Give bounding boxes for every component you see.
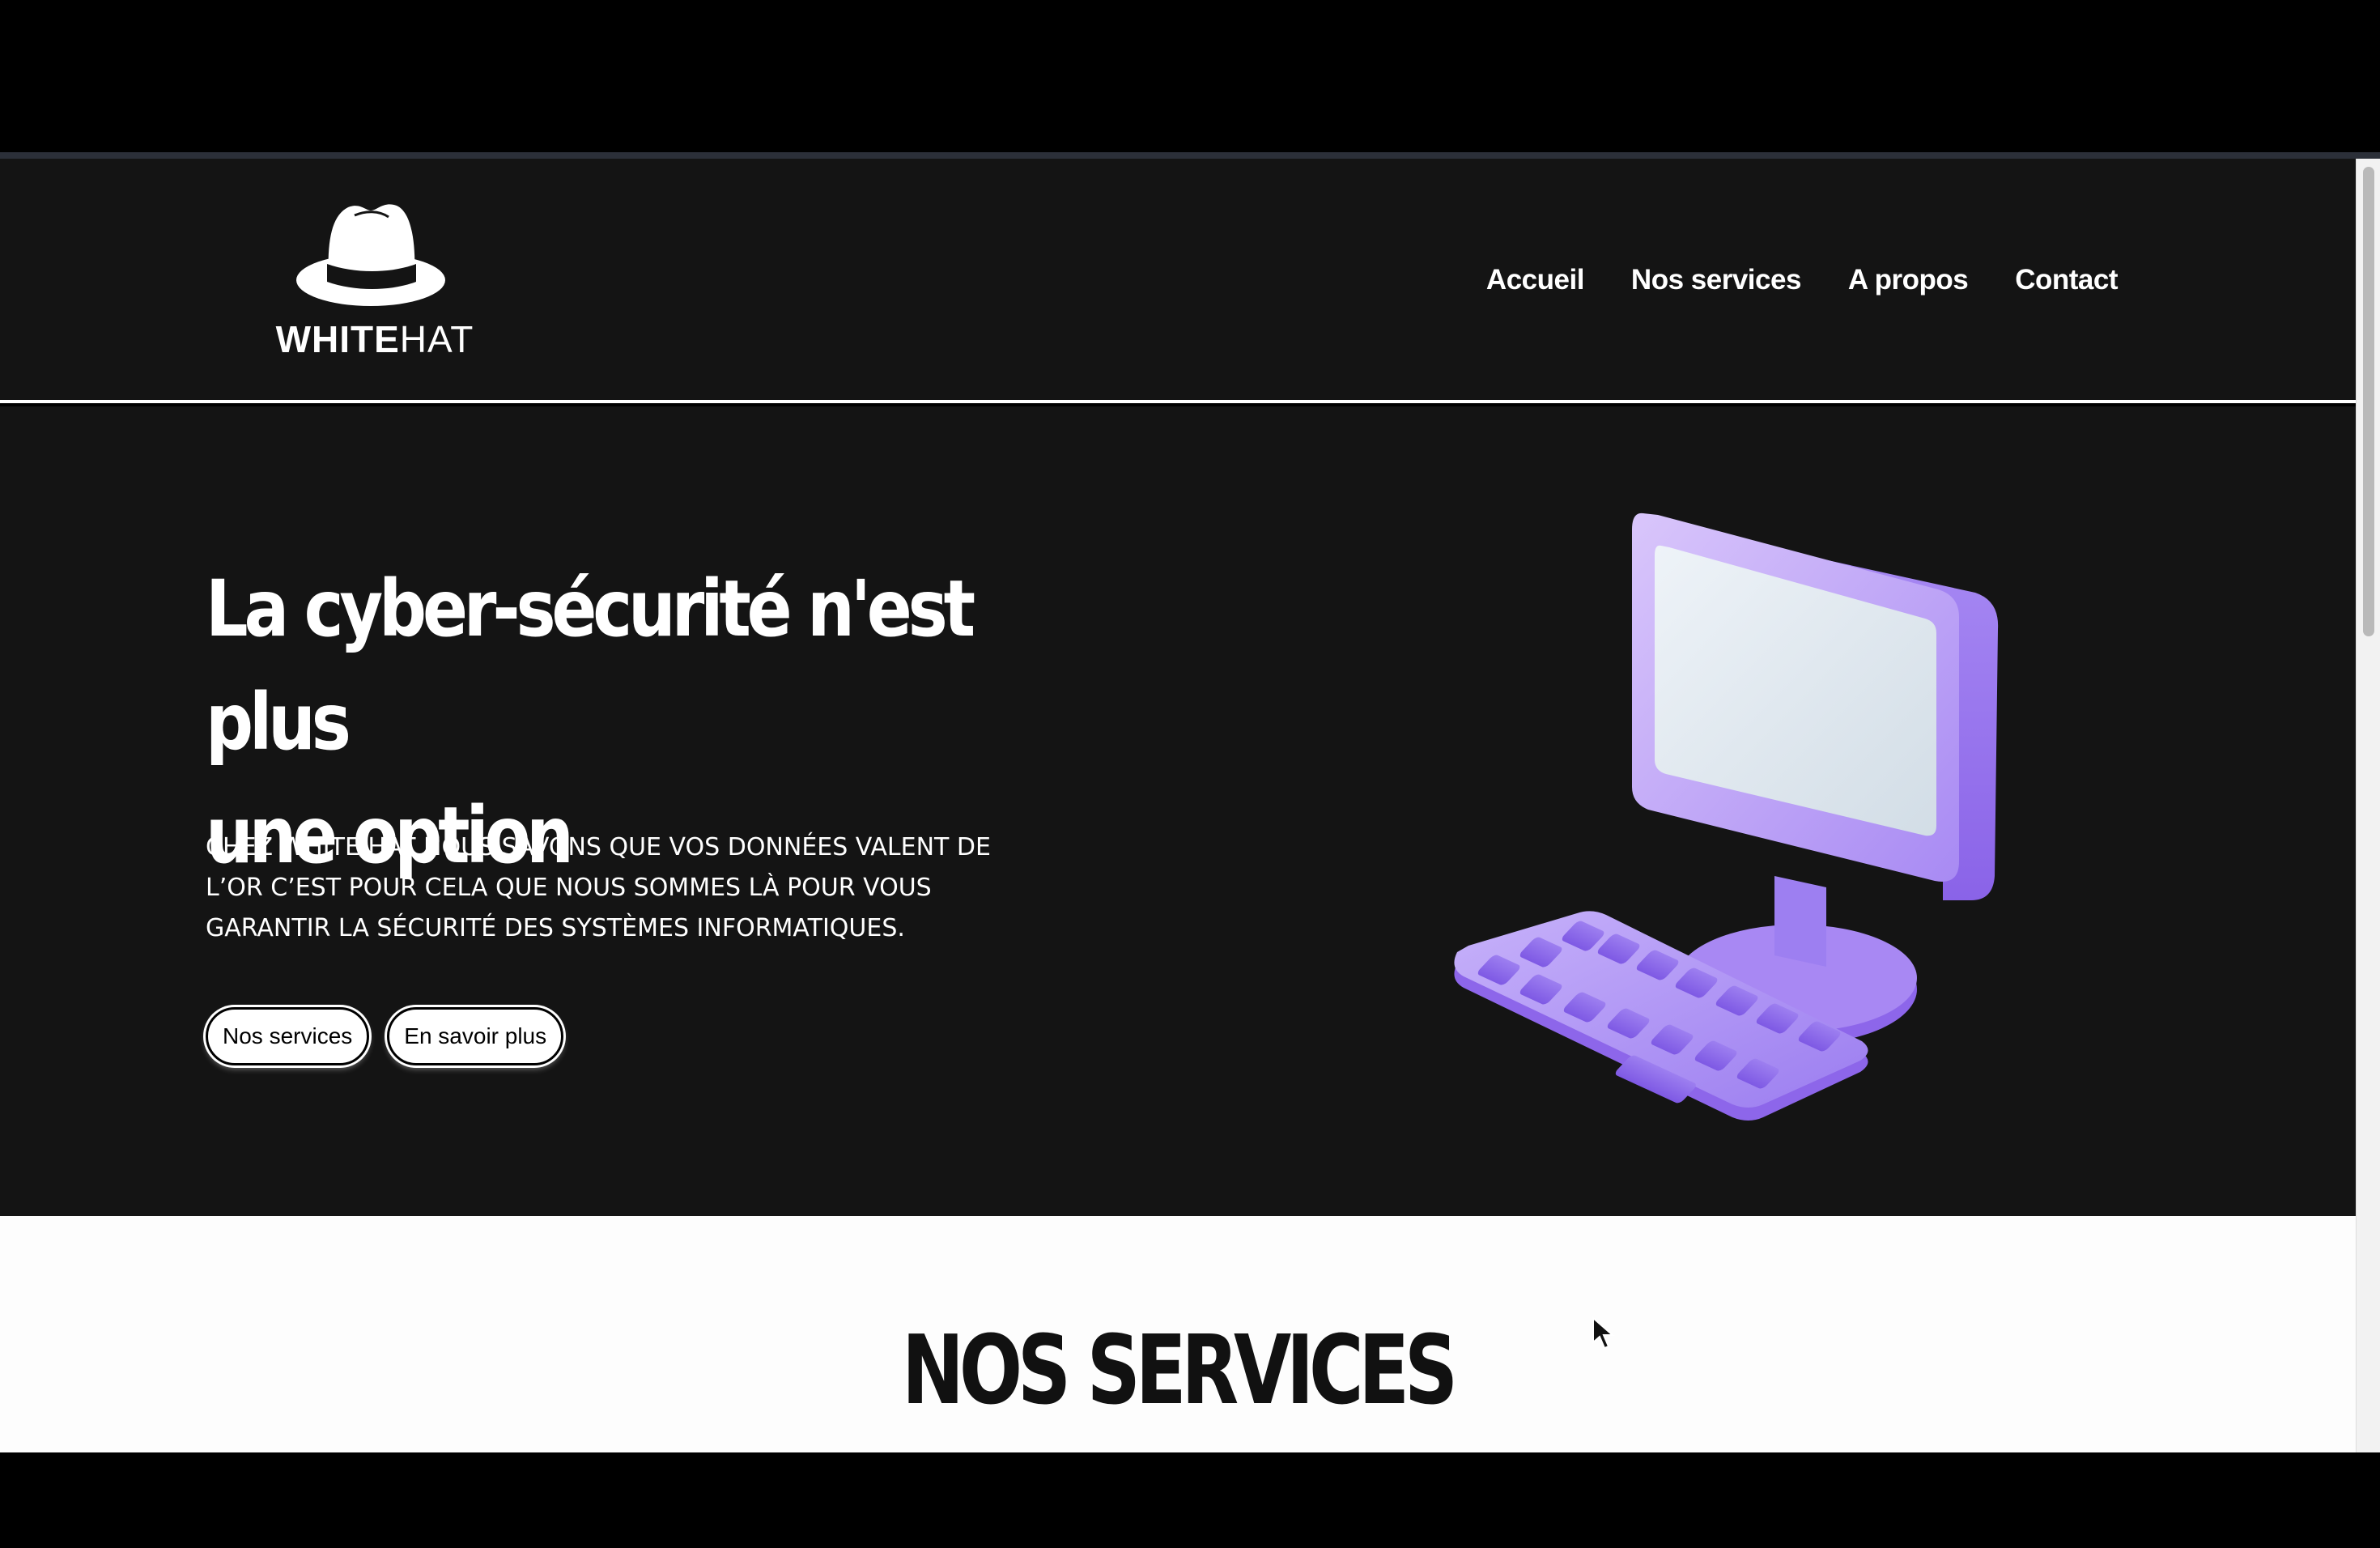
site-header: WHITEHAT Accueil Nos services A propos C… (0, 159, 2356, 403)
top-letterbox (0, 0, 2380, 154)
hero-description: CHEZ WHITE HAT NOUS SAVONS QUE VOS DONNÉ… (206, 833, 991, 942)
nav-item-accueil[interactable]: Accueil (1486, 264, 1585, 296)
nav-item-a-propos[interactable]: A propos (1848, 264, 1969, 296)
services-title-text: NOS SERVICES (902, 1314, 1459, 1426)
services-section: NOS SERVICES (0, 1216, 2356, 1452)
logo[interactable]: WHITEHAT (257, 183, 492, 360)
en-savoir-plus-button[interactable]: En savoir plus (387, 1007, 564, 1065)
hero-section: La cyber-sécurité n'est plus une option … (0, 406, 2356, 1216)
computer-keyboard-icon (1441, 495, 2008, 1127)
main-nav: Accueil Nos services A propos Contact (1486, 264, 2119, 296)
scrollbar-thumb[interactable] (2363, 167, 2374, 636)
page-scrollbar[interactable] (2356, 159, 2380, 1452)
browser-viewport: WHITEHAT Accueil Nos services A propos C… (0, 159, 2380, 1452)
logo-text-bold: WHITE (275, 318, 400, 360)
window-edge (0, 152, 2380, 159)
nav-item-nos-services[interactable]: Nos services (1631, 264, 1801, 296)
hero-title-line1: La cyber-sécurité n'est plus (206, 563, 975, 768)
nav-item-contact[interactable]: Contact (2015, 264, 2118, 296)
nos-services-button[interactable]: Nos services (206, 1007, 370, 1065)
logo-text-thin: HAT (399, 318, 474, 360)
services-title: NOS SERVICES (0, 1313, 2356, 1427)
hat-icon (296, 204, 445, 306)
bottom-letterbox (0, 1452, 2380, 1548)
hero-buttons: Nos services En savoir plus (206, 1007, 564, 1065)
page: WHITEHAT Accueil Nos services A propos C… (0, 159, 2380, 1452)
logo-wordmark: WHITEHAT (257, 317, 492, 361)
mouse-cursor-icon (1592, 1316, 1615, 1350)
